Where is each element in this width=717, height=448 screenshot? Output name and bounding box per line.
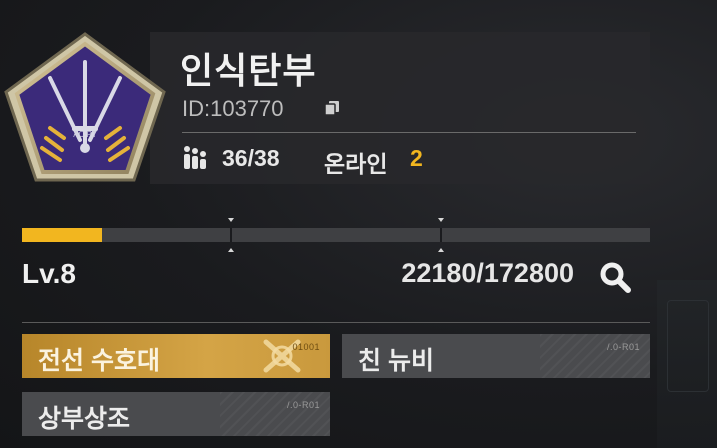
badge-pattern [220, 392, 330, 436]
guild-level: Lv.8 [22, 258, 76, 289]
header-divider [182, 132, 636, 133]
badge-label: 친 뉴비 [358, 347, 434, 375]
section-divider [22, 322, 650, 323]
copy-icon[interactable] [324, 100, 340, 116]
member-count: 36/38 [222, 145, 280, 171]
online-label: 온라인 [324, 151, 388, 177]
search-icon[interactable] [596, 258, 634, 296]
badge-mutual-aid[interactable]: 상부상조 /.0-R01 [22, 392, 330, 436]
guild-id: ID:103770 [182, 96, 284, 121]
guild-name: 인식탄부 [180, 50, 317, 91]
badge-newbie-friendly[interactable]: 친 뉴비 /.0-R01 [342, 334, 650, 378]
members-icon [184, 146, 206, 169]
badge-code: 01001 [292, 342, 320, 352]
badge-code: /.0-R01 [286, 400, 320, 410]
xp-progress-bar [22, 218, 650, 252]
badge-code: /.0-R01 [606, 342, 640, 352]
badge-label: 상부상조 [38, 405, 131, 433]
badge-label: 전선 수호대 [38, 347, 160, 375]
xp-progress-fill [22, 228, 103, 242]
badge-pattern [540, 334, 650, 378]
background-panel [667, 300, 709, 392]
svg-text:AC PT: AC PT [73, 130, 97, 139]
xp-milestone-marker [228, 218, 234, 252]
xp-value: 22180/172800 [401, 258, 574, 288]
sword-emblem-icon: AC PT [4, 32, 166, 182]
xp-milestone-marker [438, 218, 444, 252]
online-count: 2 [410, 145, 423, 171]
badge-frontline-guardian[interactable]: 전선 수호대 01001 [22, 334, 330, 378]
